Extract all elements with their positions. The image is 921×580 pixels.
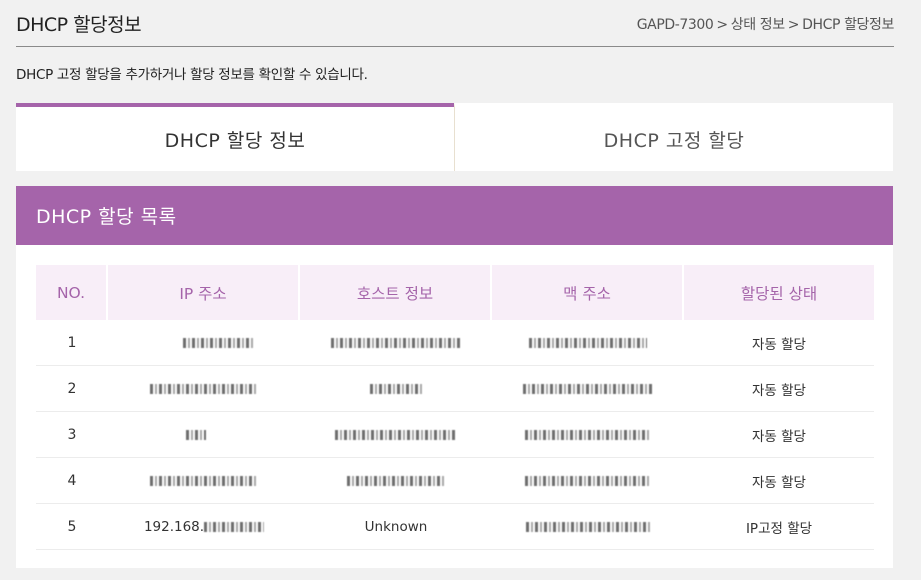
tab-dhcp-allocation-info[interactable]: DHCP 할당 정보 (16, 103, 454, 171)
tab-label: DHCP 고정 할당 (603, 129, 745, 152)
panel-title: DHCP 할당 목록 (16, 186, 893, 245)
tab-dhcp-static-allocation[interactable]: DHCP 고정 할당 (454, 103, 893, 171)
cell-mac (492, 458, 684, 504)
breadcrumb-separator: > (787, 17, 800, 33)
redacted-host (331, 337, 461, 348)
column-header-host: 호스트 정보 (300, 265, 492, 320)
redacted-mac (529, 337, 647, 348)
table-header-row: NO. IP 주소 호스트 정보 맥 주소 할당된 상태 (36, 265, 874, 320)
cell-no: 3 (36, 412, 108, 458)
cell-host (300, 412, 492, 458)
cell-status: IP고정 할당 (684, 504, 874, 550)
page-title: DHCP 할당정보 (16, 14, 142, 36)
column-header-status: 할당된 상태 (684, 265, 874, 320)
cell-no: 4 (36, 458, 108, 504)
redacted-mac (525, 475, 651, 486)
cell-ip (108, 458, 300, 504)
cell-status: 자동 할당 (684, 366, 874, 412)
allocation-table: NO. IP 주소 호스트 정보 맥 주소 할당된 상태 1 자동 할당 2 자… (36, 265, 874, 550)
breadcrumb-separator: > (716, 17, 728, 33)
breadcrumb: GAPD-7300 > 상태 정보 > DHCP 할당정보 (637, 14, 895, 34)
redacted-host (347, 475, 445, 486)
ip-prefix: 192.168. (143, 518, 205, 535)
allocation-list-panel: DHCP 할당 목록 NO. IP 주소 호스트 정보 맥 주소 할당된 상태 … (16, 186, 893, 568)
tab-bar: DHCP 할당 정보 DHCP 고정 할당 (16, 103, 893, 171)
table-row: 4 자동 할당 (36, 458, 874, 504)
cell-mac (492, 366, 684, 412)
table-row: 2 자동 할당 (36, 366, 874, 412)
column-header-mac: 맥 주소 (492, 265, 684, 320)
column-header-no: NO. (36, 265, 108, 320)
table-row: 1 자동 할당 (36, 320, 874, 366)
redacted-ip (186, 429, 206, 440)
tab-label: DHCP 할당 정보 (164, 129, 306, 152)
cell-mac (492, 412, 684, 458)
breadcrumb-item-status[interactable]: 상태 정보 (731, 17, 785, 33)
cell-ip: 192.168. (108, 504, 300, 550)
breadcrumb-item-current: DHCP 할당정보 (802, 17, 894, 33)
redacted-host (370, 383, 422, 394)
page-header: DHCP 할당정보 GAPD-7300 > 상태 정보 > DHCP 할당정보 (16, 0, 894, 47)
redacted-mac (525, 429, 651, 440)
cell-host (300, 320, 492, 366)
redacted-mac (523, 383, 653, 394)
breadcrumb-item-device[interactable]: GAPD-7300 (637, 17, 714, 33)
cell-status: 자동 할당 (684, 412, 874, 458)
cell-ip (108, 412, 300, 458)
cell-mac (492, 320, 684, 366)
cell-ip (108, 320, 300, 366)
table-row: 3 자동 할당 (36, 412, 874, 458)
redacted-ip (204, 521, 265, 532)
cell-no: 5 (36, 504, 108, 550)
redacted-ip (150, 383, 258, 394)
redacted-host (335, 429, 457, 440)
table-row: 5 192.168. Unknown IP고정 할당 (36, 504, 874, 550)
cell-host: Unknown (300, 504, 492, 550)
column-header-ip: IP 주소 (108, 265, 300, 320)
cell-host (300, 458, 492, 504)
cell-status: 자동 할당 (684, 458, 874, 504)
redacted-ip (183, 337, 255, 348)
cell-status: 자동 할당 (684, 320, 874, 366)
cell-mac (492, 504, 684, 550)
cell-host (300, 366, 492, 412)
cell-no: 1 (36, 320, 108, 366)
page-description: DHCP 고정 할당을 추가하거나 할당 정보를 확인할 수 있습니다. (16, 67, 368, 83)
cell-no: 2 (36, 366, 108, 412)
cell-ip (108, 366, 300, 412)
redacted-mac (526, 521, 650, 532)
redacted-ip (150, 475, 258, 486)
